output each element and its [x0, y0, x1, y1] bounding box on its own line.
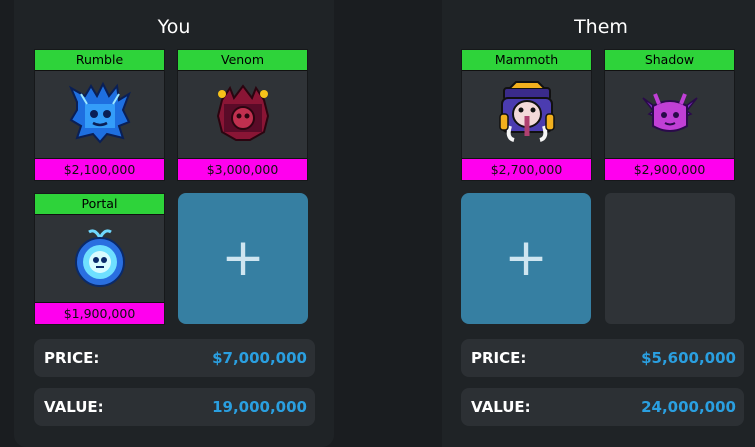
- item-card-venom[interactable]: Venom $3,000,000: [177, 49, 308, 181]
- empty-item-slot: [605, 193, 735, 324]
- your-value-row: VALUE: 19,000,000: [34, 388, 315, 426]
- item-card-rumble[interactable]: Rumble $2,100,000: [34, 49, 165, 181]
- price-label: PRICE:: [44, 349, 100, 367]
- item-price: $2,900,000: [605, 158, 734, 180]
- their-value-row: VALUE: 24,000,000: [461, 388, 744, 426]
- item-name: Mammoth: [462, 50, 591, 71]
- item-card-shadow[interactable]: Shadow $2,900,000: [604, 49, 735, 181]
- price-value: $7,000,000: [212, 349, 307, 367]
- item-price: $3,000,000: [178, 158, 307, 180]
- value-value: 24,000,000: [641, 398, 736, 416]
- item-card-portal[interactable]: Portal $1,900,000: [34, 193, 165, 325]
- shadow-fruit-icon: [642, 93, 698, 132]
- price-value: $5,600,000: [641, 349, 736, 367]
- value-value: 19,000,000: [212, 398, 307, 416]
- item-price: $1,900,000: [35, 302, 164, 324]
- item-name: Venom: [178, 50, 307, 71]
- their-offer-heading: Them: [574, 16, 628, 38]
- rumble-fruit-icon: [68, 81, 131, 144]
- your-price-row: PRICE: $7,000,000: [34, 339, 315, 377]
- their-price-row: PRICE: $5,600,000: [461, 339, 744, 377]
- item-card-mammoth[interactable]: Mammoth $2,700,000: [461, 49, 592, 181]
- your-offer-heading: You: [157, 16, 191, 38]
- value-label: VALUE:: [471, 398, 531, 416]
- item-name: Portal: [35, 194, 164, 215]
- portal-fruit-icon: [75, 229, 125, 287]
- plus-icon: +: [221, 227, 265, 288]
- item-price: $2,700,000: [462, 158, 591, 180]
- value-label: VALUE:: [44, 398, 104, 416]
- mammoth-fruit-icon: [499, 81, 555, 142]
- plus-icon: +: [504, 227, 548, 288]
- item-name: Shadow: [605, 50, 734, 71]
- price-label: PRICE:: [471, 349, 527, 367]
- item-price: $2,100,000: [35, 158, 164, 180]
- add-item-button[interactable]: +: [178, 193, 308, 324]
- venom-fruit-icon: [216, 84, 270, 141]
- add-item-button[interactable]: +: [461, 193, 591, 324]
- item-name: Rumble: [35, 50, 164, 71]
